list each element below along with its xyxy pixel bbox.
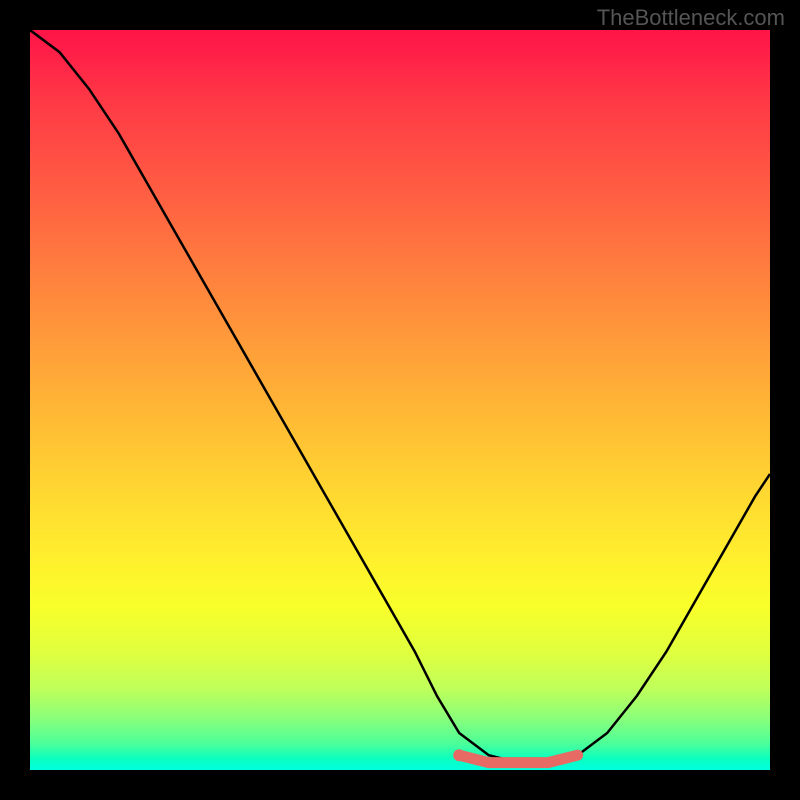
chart-plot-area <box>30 30 770 770</box>
optimal-range-marker <box>459 755 577 762</box>
marker-start-dot <box>453 749 465 761</box>
bottleneck-curve-svg <box>30 30 770 770</box>
bottleneck-curve <box>30 30 770 763</box>
watermark-text: TheBottleneck.com <box>597 5 785 31</box>
